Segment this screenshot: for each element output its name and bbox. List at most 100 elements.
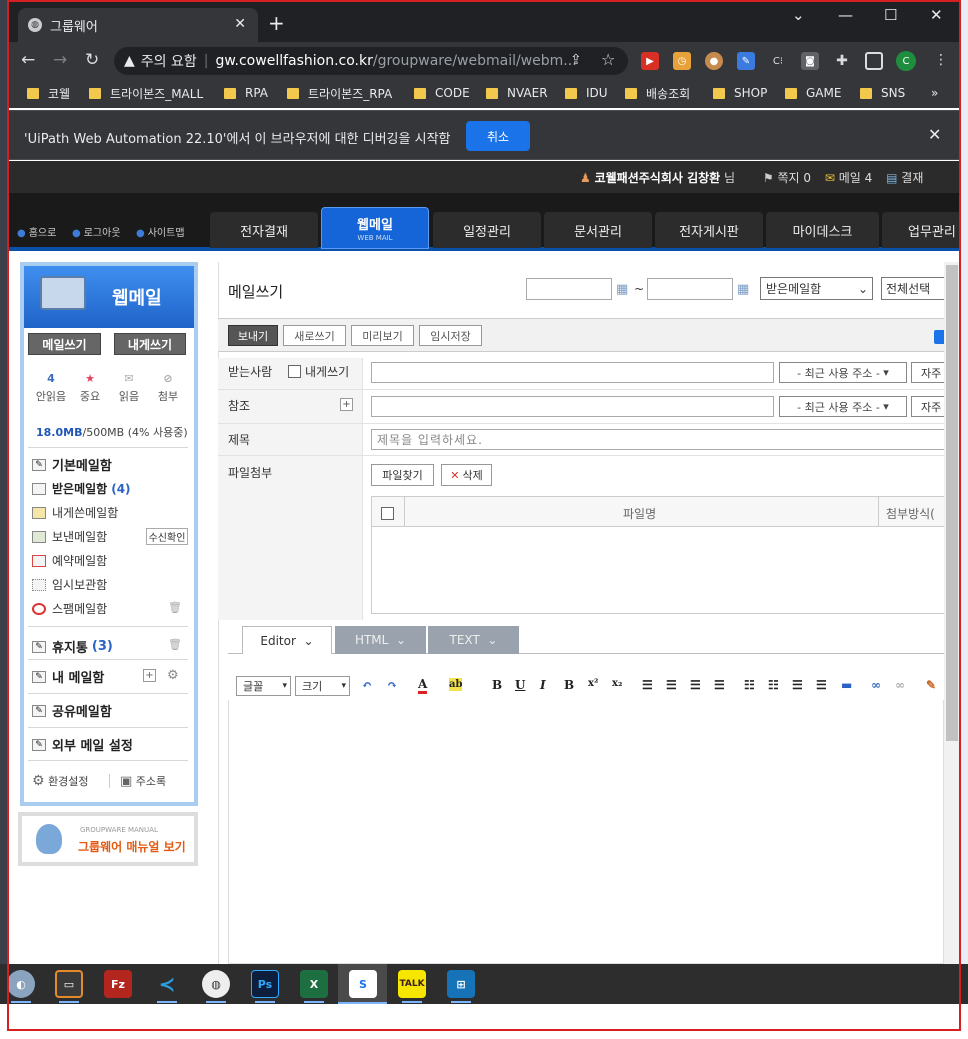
bookmark-item[interactable]: 배송조회 [625, 84, 690, 102]
extension-video-icon[interactable]: ▶ [641, 52, 659, 70]
extension-code-icon[interactable]: C⁝ [769, 52, 787, 70]
tab-editor[interactable]: Editor ⌄ [242, 626, 332, 654]
empty-spam-icon[interactable]: 🗑 [168, 601, 182, 614]
calendar-icon[interactable]: ▦ [616, 282, 628, 297]
addressbook-link[interactable]: ▣ 주소록 [120, 773, 166, 789]
date-to-input[interactable] [647, 278, 733, 300]
important-counter[interactable]: ★ 중요 [72, 372, 108, 404]
size-select[interactable]: 크기 ▾ [295, 676, 350, 696]
bold-icon[interactable]: B [492, 678, 502, 692]
browser-tab[interactable]: ◍ 그룹웨어 ✕ [18, 8, 258, 42]
bookmark-star-icon[interactable]: ☆ [601, 50, 615, 69]
filezilla-icon[interactable]: Fz [104, 970, 132, 998]
back-icon[interactable]: ← [21, 50, 35, 70]
shared-mailbox-heading[interactable]: ✎ 공유메일함 [32, 701, 112, 720]
tab-text[interactable]: TEXT ⌄ [428, 626, 519, 654]
chevron-down-icon[interactable]: ⌄ [792, 6, 805, 24]
redo-icon[interactable]: ↷ [387, 678, 397, 692]
folder-inbox[interactable]: 받은메일함 (4) [32, 480, 131, 497]
menu-approval[interactable]: 전자결재 [210, 212, 318, 248]
align-right-icon[interactable]: ☰ [690, 678, 701, 692]
superscript-icon[interactable]: x² [588, 678, 598, 689]
mailbox-select[interactable]: 받은메일함 ⌄ [760, 277, 873, 300]
bookmark-item[interactable]: RPA [224, 84, 268, 102]
maximize-button[interactable]: ☐ [884, 6, 897, 24]
basic-mailbox-heading[interactable]: ✎ 기본메일함 [32, 455, 112, 474]
app-globe-icon[interactable]: ◍ [202, 970, 230, 998]
calendar-icon[interactable]: ▦ [737, 282, 749, 297]
app-network-icon[interactable]: ◐ [7, 970, 35, 998]
minimize-button[interactable]: — [838, 6, 853, 24]
extensions-puzzle-icon[interactable]: ✚ [833, 52, 851, 70]
cc-input[interactable] [371, 396, 774, 417]
external-mail-heading[interactable]: ✎ 외부 메일 설정 [32, 735, 133, 754]
bookmark-item[interactable]: SNS [860, 84, 905, 102]
my-mailbox-heading[interactable]: ✎ 내 메일함 [32, 667, 104, 686]
folder-drafts[interactable]: 임시보관함 [32, 576, 107, 593]
excel-icon[interactable]: X [300, 970, 328, 998]
unordered-list-icon[interactable]: ☷ [768, 678, 779, 692]
save-draft-button[interactable]: 임시저장 [419, 325, 482, 346]
note-count[interactable]: 쪽지 0 [778, 171, 812, 185]
mail-count[interactable]: 메일 4 [839, 171, 873, 185]
recent-address-dropdown[interactable]: - 최근 사용 주소 - ▾ [779, 362, 907, 383]
ordered-list-icon[interactable]: ☷ [744, 678, 755, 692]
attach-select-all-checkbox[interactable] [381, 507, 394, 520]
indent-icon[interactable]: ☰ [816, 678, 827, 692]
align-justify-icon[interactable]: ☰ [714, 678, 725, 692]
address-bar[interactable]: ▲ 주의 요함 | gw.cowellfashion.co.kr /groupw… [114, 47, 628, 75]
browser-menu-icon[interactable]: ⋮ [934, 52, 948, 68]
to-self-checkbox[interactable]: 내게쓰기 [288, 363, 349, 380]
sitemap-link[interactable]: ● 사이트맵 [136, 224, 185, 239]
share-icon[interactable]: ⇪ [570, 52, 582, 68]
checkbox-box[interactable] [288, 365, 301, 378]
subject-input[interactable]: 제목을 입력하세요. [371, 429, 951, 450]
menu-webmail[interactable]: 웹메일 WEB MAIL [321, 207, 429, 249]
cc-expand-icon[interactable]: + [340, 398, 353, 411]
bookmark-item[interactable]: CODE [414, 84, 470, 102]
receipt-check-button[interactable]: 수신확인 [146, 528, 188, 545]
empty-trash-icon[interactable]: 🗑 [168, 638, 182, 651]
manual-banner[interactable]: GROUPWARE MANUAL 그룹웨어 매뉴얼 보기 [18, 812, 198, 866]
tab-html[interactable]: HTML ⌄ [335, 626, 426, 654]
subscript-icon[interactable]: x₂ [612, 678, 622, 689]
bookmark-item[interactable]: 트라이본즈_RPA [287, 84, 392, 102]
write-mail-button[interactable]: 메일쓰기 [28, 333, 101, 355]
profile-avatar[interactable]: C [896, 51, 916, 71]
gear-icon[interactable]: ⚙ [167, 668, 179, 683]
send-button[interactable]: 보내기 [228, 325, 278, 346]
photoshop-icon[interactable]: Ps [251, 970, 279, 998]
extension-camera-icon[interactable]: ◙ [801, 52, 819, 70]
extension-timer-icon[interactable]: ◷ [673, 52, 691, 70]
extension-cookie-icon[interactable]: ● [705, 52, 723, 70]
approval-link[interactable]: 결재 [901, 171, 923, 185]
align-left-icon[interactable]: ☰ [642, 678, 653, 692]
folder-trash[interactable]: ✎ 휴지통 (3) [32, 637, 113, 656]
highlight-icon[interactable]: ab [449, 678, 463, 691]
undo-icon[interactable]: ↶ [362, 678, 372, 692]
home-link[interactable]: ● 홈으로 [17, 224, 56, 239]
forward-icon[interactable]: → [53, 50, 67, 70]
unlink-icon[interactable]: ∞ [895, 678, 905, 692]
menu-work[interactable]: 업무관리 [882, 212, 961, 248]
reload-icon[interactable]: ↻ [85, 50, 99, 70]
to-input[interactable] [371, 362, 774, 383]
date-from-input[interactable] [526, 278, 612, 300]
horizontal-rule-icon[interactable]: ▬ [841, 678, 852, 692]
outdent-icon[interactable]: ☰ [792, 678, 803, 692]
close-window-button[interactable]: ✕ [930, 6, 943, 24]
folder-sent[interactable]: 보낸메일함 [32, 528, 107, 545]
find-file-button[interactable]: 파일찾기 [371, 464, 434, 486]
select-all-dropdown[interactable]: 전체선택 [881, 277, 945, 300]
editor-body[interactable] [228, 700, 944, 964]
font-select[interactable]: 글꼴 ▾ [236, 676, 291, 696]
bookmark-item[interactable]: IDU [565, 84, 608, 102]
add-mailbox-icon[interactable]: + [143, 669, 156, 682]
infobar-close-icon[interactable]: ✕ [928, 125, 941, 144]
bookmark-item[interactable]: SHOP [713, 84, 767, 102]
menu-mydesk[interactable]: 마이데스크 [766, 212, 879, 248]
bookmark-item[interactable]: GAME [785, 84, 841, 102]
link-icon[interactable]: ∞ [871, 678, 881, 692]
unread-counter[interactable]: 4 안읽음 [33, 372, 69, 404]
folder-spam[interactable]: 스팸메일함 [32, 600, 107, 617]
